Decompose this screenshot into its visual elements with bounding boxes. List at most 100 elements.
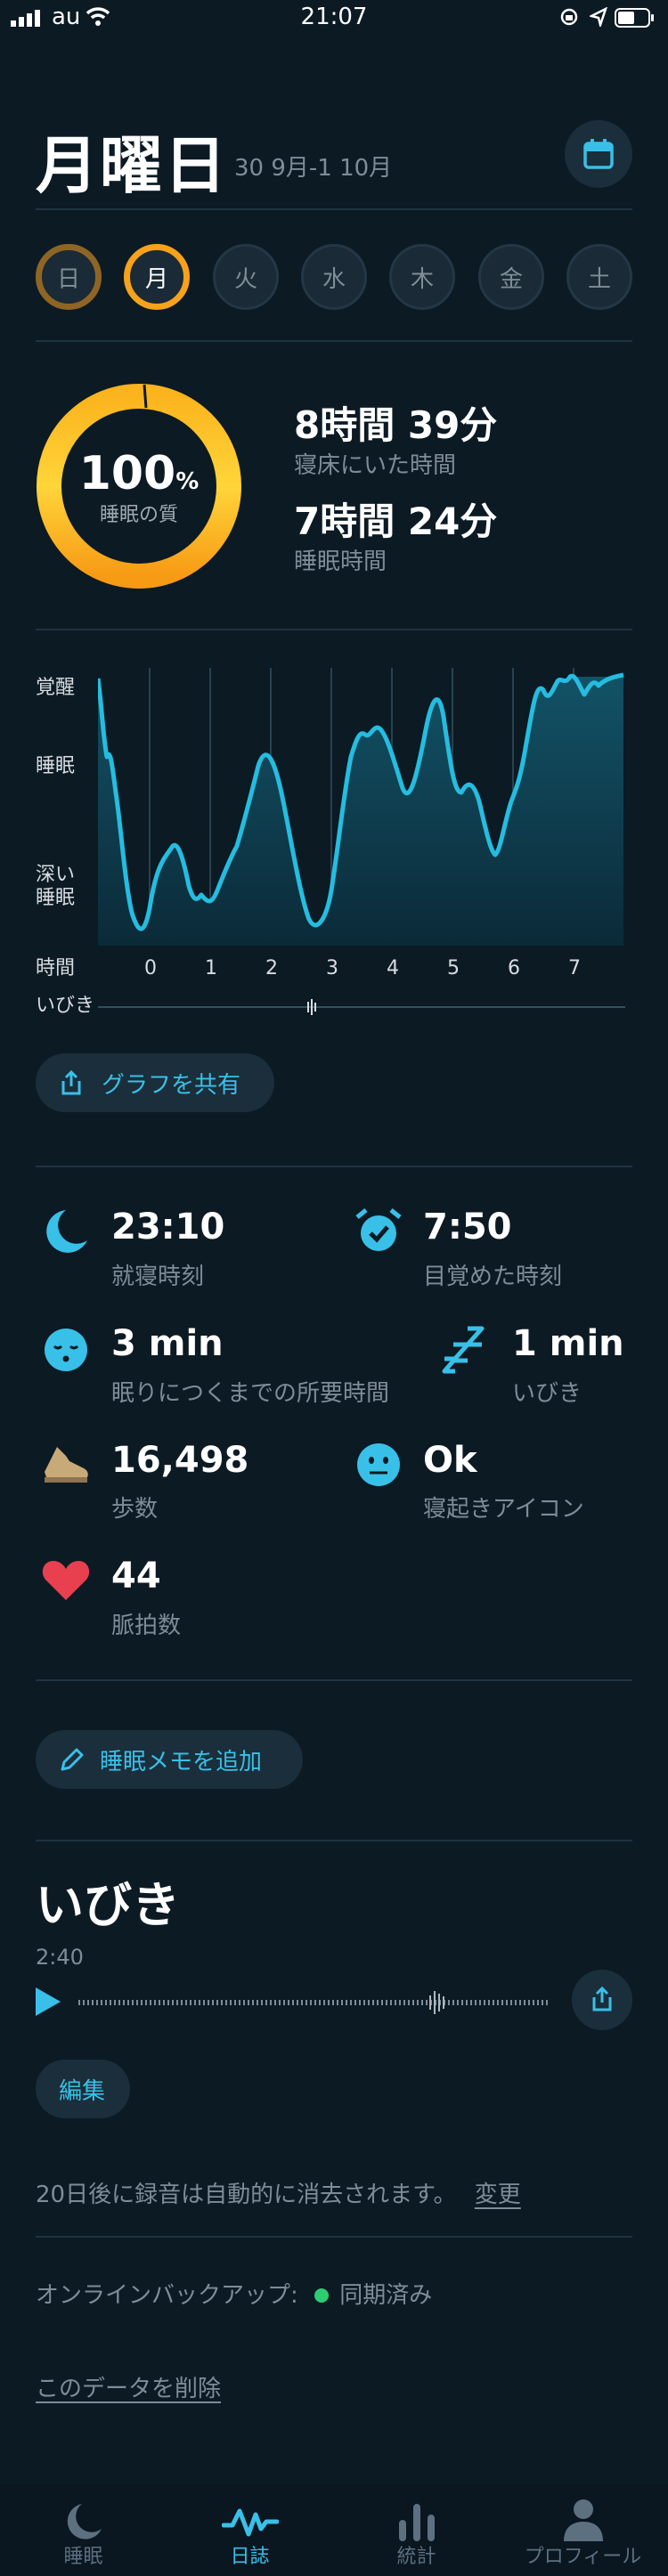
share-graph-label: グラフを共有 (102, 1071, 241, 1099)
x-tick: 3 (326, 957, 338, 979)
quality-value: 100 (78, 447, 176, 500)
play-icon[interactable] (32, 1986, 64, 2018)
asleep-label: 睡眠時間 (294, 549, 387, 575)
add-sleep-note-label: 睡眠メモを追加 (100, 1748, 263, 1776)
divider (36, 629, 632, 630)
mood-value: Ok (423, 1440, 477, 1481)
day-wednesday[interactable]: 水 (301, 244, 367, 310)
share-icon (61, 1069, 81, 1095)
sleep-quality-ring: 100% 睡眠の質 (36, 383, 242, 589)
auto-delete-note: 20日後に録音は自動的に消去されます。 変更 (36, 2176, 521, 2209)
tab-journal-label: 日誌 (230, 2546, 270, 2568)
pencil-icon (61, 1748, 84, 1771)
x-tick: 7 (568, 957, 581, 979)
divider (36, 1679, 632, 1681)
heart-rate-value: 44 (111, 1556, 161, 1597)
person-icon (564, 2499, 603, 2541)
x-tick: 2 (265, 957, 278, 979)
snore-track (98, 999, 625, 1015)
share-recording-button[interactable] (572, 1970, 632, 2030)
backup-status: 同期済み (339, 2282, 433, 2309)
tab-bar: 睡眠 日誌 統計 プロフィール (0, 2484, 668, 2576)
divider (36, 2236, 632, 2238)
steps-label: 歩数 (111, 1496, 159, 1523)
page-title: 月曜日 (36, 129, 228, 202)
tab-sleep-label: 睡眠 (63, 2546, 103, 2568)
day-tuesday[interactable]: 火 (213, 244, 279, 310)
y-label-sleep: 睡眠 (36, 755, 76, 777)
delete-data-link[interactable]: このデータを削除 (36, 2370, 221, 2403)
calendar-icon (583, 139, 614, 169)
share-graph-button[interactable]: グラフを共有 (36, 1053, 274, 1112)
edit-button[interactable]: 編集 (36, 2060, 130, 2118)
divider (36, 1166, 632, 1167)
wakeup-label: 目覚めた時刻 (423, 1264, 563, 1290)
shoe-icon (45, 1447, 88, 1483)
x-tick: 6 (508, 957, 520, 979)
calendar-button[interactable] (565, 120, 632, 188)
divider (36, 1840, 632, 1841)
audio-waveform[interactable] (78, 1987, 550, 2018)
day-thursday[interactable]: 木 (389, 244, 455, 310)
snoring-value: 1 min (512, 1323, 624, 1364)
in-bed-label: 寝床にいた時間 (294, 452, 457, 479)
tab-statistics[interactable]: 統計 (333, 2484, 500, 2576)
tab-sleep[interactable]: 睡眠 (0, 2484, 167, 2576)
fall-asleep-label: 眠りにつくまでの所要時間 (111, 1380, 390, 1407)
moon-icon (46, 1210, 87, 1253)
tab-profile-label: プロフィール (524, 2546, 642, 2568)
day-saturday[interactable]: 土 (566, 244, 632, 310)
x-axis-label: 時間 (36, 957, 76, 979)
bedtime-value: 23:10 (111, 1207, 225, 1247)
backup-label: オンラインバックアップ: (36, 2282, 298, 2309)
fall-asleep-value: 3 min (111, 1323, 224, 1364)
edit-label: 編集 (59, 2077, 106, 2105)
steps-value: 16,498 (111, 1440, 249, 1481)
sleep-area-fill (98, 677, 623, 946)
tab-statistics-label: 統計 (396, 2546, 436, 2568)
in-bed-value: 8時間 39分 (294, 403, 498, 447)
change-link[interactable]: 変更 (475, 2182, 521, 2208)
status-bar: au 21:07 (0, 0, 668, 36)
day-sunday[interactable]: 日 (36, 244, 102, 310)
bedtime-label: 就寝時刻 (111, 1264, 205, 1290)
add-sleep-note-button[interactable]: 睡眠メモを追加 (36, 1730, 303, 1789)
sleepy-face-icon (45, 1329, 87, 1371)
recording-duration: 2:40 (36, 1945, 84, 1970)
divider (36, 340, 632, 342)
tab-profile[interactable]: プロフィール (500, 2484, 666, 2576)
quality-unit: % (175, 468, 200, 495)
heart-icon (42, 1561, 90, 1600)
online-backup-status: オンラインバックアップ: 同期済み (36, 2277, 432, 2310)
day-friday[interactable]: 金 (478, 244, 544, 310)
divider (36, 208, 632, 210)
moon-icon (67, 2504, 102, 2539)
snoring-label: いびき (512, 1380, 582, 1407)
asleep-value: 7時間 24分 (294, 500, 498, 543)
x-tick: 1 (205, 957, 217, 979)
y-label-deep-sleep: 深い 睡眠 (36, 864, 76, 909)
wakeup-value: 7:50 (423, 1207, 512, 1247)
battery-icon (615, 8, 654, 28)
mood-label: 寝起きアイコン (423, 1496, 584, 1523)
alarm-clock-icon (355, 1208, 402, 1251)
sync-status-dot (314, 2288, 330, 2303)
snoring-section-title: いびき (36, 1877, 180, 1933)
neutral-face-icon (357, 1443, 400, 1486)
quality-percent: 100% (36, 447, 242, 500)
bar-chart-icon (399, 2504, 435, 2541)
x-tick: 4 (387, 957, 399, 979)
heart-rate-label: 脈拍数 (111, 1613, 182, 1639)
snore-row-label: いびき (36, 995, 95, 1017)
share-icon (592, 1986, 612, 2011)
date-range: 30 9月-1 10月 (234, 155, 393, 182)
location-icon (590, 7, 607, 27)
waveform-icon (222, 2508, 279, 2537)
day-monday[interactable]: 月 (124, 244, 190, 310)
rotation-lock-icon (560, 8, 578, 26)
quality-label: 睡眠の質 (99, 504, 178, 526)
tab-journal[interactable]: 日誌 (167, 2484, 333, 2576)
x-tick: 0 (144, 957, 157, 979)
auto-delete-text: 20日後に録音は自動的に消去されます。 (36, 2182, 457, 2208)
sleep-graph (98, 668, 624, 946)
